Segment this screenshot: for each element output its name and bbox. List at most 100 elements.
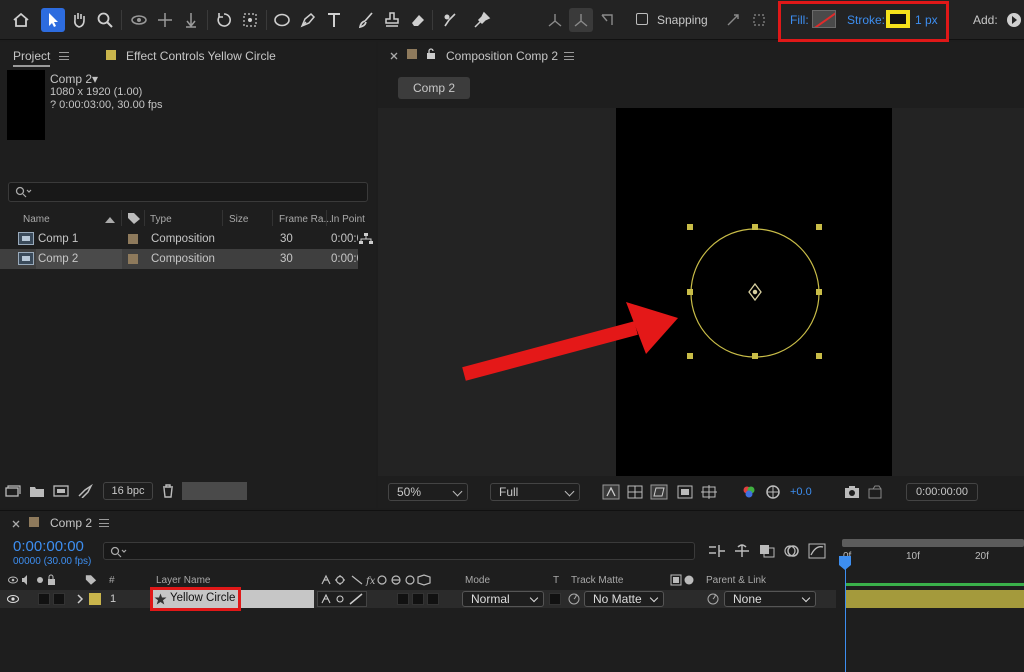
- panel-menu-icon[interactable]: [564, 52, 574, 60]
- col-mode[interactable]: Mode: [465, 575, 490, 586]
- playhead-icon[interactable]: [838, 555, 852, 571]
- panel-menu-icon[interactable]: [59, 52, 69, 60]
- label-tag-icon[interactable]: [127, 212, 141, 225]
- label-tag-icon[interactable]: [85, 574, 97, 586]
- col-in-point[interactable]: In Point: [331, 214, 365, 225]
- 3d-axis-world-icon[interactable]: [569, 8, 593, 32]
- switch-box-1[interactable]: [397, 593, 409, 605]
- draft-3d-icon[interactable]: [733, 543, 751, 559]
- col-size[interactable]: Size: [229, 214, 248, 225]
- col-frame-rate[interactable]: Frame Ra...: [279, 214, 332, 225]
- brush-icon[interactable]: [354, 8, 378, 32]
- pickwhip-icon[interactable]: [567, 593, 581, 605]
- panel-menu-icon[interactable]: [99, 519, 109, 527]
- current-time[interactable]: 0:00:00:00: [13, 538, 84, 555]
- color-management-icon[interactable]: [764, 484, 782, 500]
- motion-blur-icon[interactable]: [783, 543, 801, 559]
- pan-icon[interactable]: [153, 8, 177, 32]
- solo-toggle[interactable]: [38, 593, 50, 605]
- layer-switches[interactable]: [317, 591, 367, 607]
- project-row-comp1[interactable]: Comp 1 Composition 30 0:00:0: [0, 229, 358, 249]
- viewer-timecode[interactable]: 0:00:00:00: [906, 483, 978, 501]
- hand-icon[interactable]: [67, 8, 91, 32]
- new-composition-icon[interactable]: [53, 484, 69, 498]
- sort-asc-icon[interactable]: [104, 216, 116, 224]
- col-type[interactable]: Type: [150, 214, 172, 225]
- zoom-dropdown[interactable]: 50%: [388, 483, 468, 501]
- timeline-search-input[interactable]: [103, 542, 695, 560]
- transparency-grid-icon[interactable]: [626, 484, 644, 500]
- snap-features-icon[interactable]: [747, 8, 771, 32]
- selection-tool-icon[interactable]: [41, 8, 65, 32]
- add-arrow-icon[interactable]: [1002, 8, 1024, 32]
- project-search-input[interactable]: [8, 182, 368, 202]
- stroke-width-value[interactable]: 1 px: [915, 13, 938, 27]
- lock-icon[interactable]: [426, 48, 436, 60]
- stroke-swatch[interactable]: [886, 10, 910, 28]
- clone-stamp-icon[interactable]: [380, 8, 404, 32]
- close-icon[interactable]: [12, 520, 20, 528]
- trash-icon[interactable]: [160, 484, 176, 498]
- tab-project[interactable]: Project: [13, 49, 51, 67]
- fast-preview-icon[interactable]: [602, 484, 620, 500]
- fill-swatch[interactable]: [812, 10, 836, 28]
- exposure-value[interactable]: +0.0: [790, 486, 812, 498]
- eye-icon[interactable]: [7, 594, 19, 604]
- orbit-icon[interactable]: [127, 8, 151, 32]
- dolly-icon[interactable]: [179, 8, 203, 32]
- channel-rgb-icon[interactable]: [740, 484, 758, 500]
- tab-effect-controls[interactable]: Effect Controls Yellow Circle: [126, 49, 276, 63]
- flowchart-icon[interactable]: [358, 232, 374, 246]
- snap-edges-icon[interactable]: [721, 8, 745, 32]
- pen-icon[interactable]: [296, 8, 320, 32]
- close-icon[interactable]: [390, 52, 398, 60]
- eraser-icon[interactable]: [406, 8, 430, 32]
- col-layer-name[interactable]: Layer Name: [156, 575, 210, 586]
- layer-row[interactable]: 1 Yellow Circle Normal No Matte None: [0, 587, 836, 611]
- project-row-comp2[interactable]: Comp 2 Composition 30 0:00:0: [0, 249, 358, 269]
- region-of-interest-icon[interactable]: [676, 484, 694, 500]
- render-queue-icon[interactable]: [77, 484, 93, 498]
- mask-visibility-icon[interactable]: [650, 484, 668, 500]
- snapping-checkbox[interactable]: [636, 13, 648, 25]
- puppet-pin-icon[interactable]: [470, 8, 494, 32]
- ellipse-tool-icon[interactable]: [270, 8, 294, 32]
- show-snapshot-icon[interactable]: [867, 484, 885, 500]
- 3d-axis-local-icon[interactable]: [543, 8, 567, 32]
- chevron-right-icon[interactable]: [76, 594, 84, 604]
- grid-guides-icon[interactable]: [700, 484, 718, 500]
- work-area-bar[interactable]: [842, 539, 1024, 547]
- mode-dropdown[interactable]: Normal: [462, 591, 544, 607]
- frame-blending-icon[interactable]: [758, 543, 776, 559]
- label-swatch[interactable]: [128, 254, 138, 264]
- preserve-transparency-toggle[interactable]: [549, 593, 561, 605]
- roto-brush-icon[interactable]: [438, 8, 462, 32]
- layer-label-swatch[interactable]: [89, 593, 101, 605]
- new-folder-icon[interactable]: [29, 484, 45, 498]
- layer-duration-bar[interactable]: [846, 590, 1024, 608]
- rotation-icon[interactable]: [212, 8, 236, 32]
- 3d-axis-view-icon[interactable]: [595, 8, 619, 32]
- switch-box-2[interactable]: [412, 593, 424, 605]
- parent-pickwhip-icon[interactable]: [706, 593, 720, 605]
- layer-name-field[interactable]: Yellow Circle: [150, 590, 314, 608]
- interpret-footage-icon[interactable]: [5, 484, 21, 498]
- type-icon[interactable]: [322, 8, 346, 32]
- track-matte-dropdown[interactable]: No Matte: [584, 591, 664, 607]
- col-name[interactable]: Name: [23, 214, 50, 225]
- timeline-tab[interactable]: Comp 2: [50, 516, 92, 530]
- snapshot-camera-icon[interactable]: [843, 484, 861, 500]
- comp-canvas-area[interactable]: [378, 108, 1024, 476]
- tab-composition[interactable]: Composition Comp 2: [446, 49, 558, 63]
- switch-box-3[interactable]: [427, 593, 439, 605]
- bit-depth-button[interactable]: 16 bpc: [103, 482, 153, 500]
- label-swatch[interactable]: [128, 234, 138, 244]
- anchor-point-icon[interactable]: [238, 8, 262, 32]
- col-parent-link[interactable]: Parent & Link: [706, 575, 766, 586]
- comp-breadcrumb-chip[interactable]: Comp 2: [398, 77, 470, 99]
- home-icon[interactable]: [9, 8, 33, 32]
- graph-editor-icon[interactable]: [808, 543, 826, 559]
- col-track-matte[interactable]: Track Matte: [571, 575, 623, 586]
- resolution-dropdown[interactable]: Full: [490, 483, 580, 501]
- lock-toggle[interactable]: [53, 593, 65, 605]
